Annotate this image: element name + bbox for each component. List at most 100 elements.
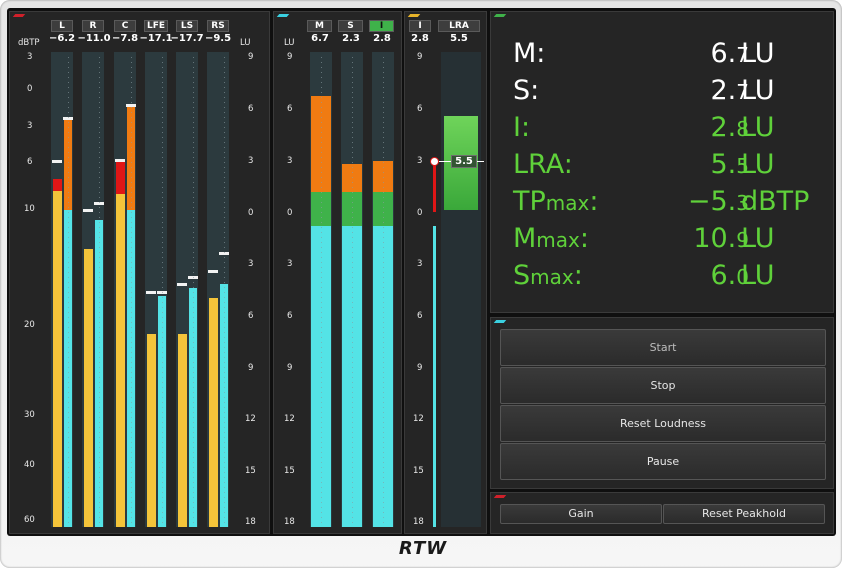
readout-unit-mmax: LU xyxy=(741,223,775,254)
panel-corner-marker xyxy=(12,14,26,17)
lra-integrated-value: 2.8 xyxy=(411,33,429,44)
readout-unit-m: LU xyxy=(741,38,775,69)
stop-button[interactable]: Stop xyxy=(500,367,826,404)
peak-bar-rs xyxy=(209,298,218,527)
peak-control-panel: Gain Reset Peakhold xyxy=(490,492,834,534)
peak-hold-l xyxy=(52,160,62,163)
readout-value-mmax: 10.9 xyxy=(693,223,749,254)
panel-corner-marker xyxy=(407,14,421,17)
rtw-logo: RTW xyxy=(398,538,448,559)
readout-label-i: I: xyxy=(513,112,531,143)
channel-value-r: −11.0 xyxy=(77,33,111,44)
channel-value-l: −6.2 xyxy=(48,33,76,44)
control-panel: Start Stop Reset Loudness Pause xyxy=(490,317,834,489)
dbtp-tick: 30 xyxy=(24,410,35,420)
readout-label-smax: Smax: xyxy=(513,260,583,291)
lu-tick: 3 xyxy=(248,259,254,269)
peak-hold-ls xyxy=(177,283,187,286)
lu-tick: 3 xyxy=(417,156,423,166)
peak-hold-r xyxy=(83,209,93,212)
readout-value-i: 2.8 xyxy=(710,112,750,143)
lu-tick: 0 xyxy=(287,208,293,218)
lu-tick: 6 xyxy=(287,311,293,321)
channel-label-s: S xyxy=(338,20,363,32)
readout-label-tpmax: TPmax: xyxy=(513,186,599,217)
lu-tick: 12 xyxy=(413,414,424,424)
scale-dots xyxy=(383,57,384,527)
peak-hold-rs xyxy=(208,270,218,273)
dbtp-tick: 40 xyxy=(24,460,35,470)
overload-segment-c xyxy=(116,162,125,194)
lu-tick: 9 xyxy=(417,363,423,373)
lu-tick: 6 xyxy=(417,311,423,321)
lu-tick: 18 xyxy=(413,517,424,527)
readout-value-s: 2.7 xyxy=(710,75,750,106)
readout-value-m: 6.7 xyxy=(710,38,750,69)
panel-corner-marker xyxy=(493,495,507,498)
pause-button[interactable]: Pause xyxy=(500,443,826,480)
lra-panel: I LRA 2.8 5.5 9 6 3 0 3 6 9 12 15 18 5.5 xyxy=(404,11,487,534)
lra-marker-value: 5.5 xyxy=(451,155,477,168)
dbtp-tick: 20 xyxy=(24,320,35,330)
start-button[interactable]: Start xyxy=(500,329,826,366)
scale-dots xyxy=(321,57,322,527)
panel-corner-marker xyxy=(493,320,507,323)
channel-label-m: M xyxy=(307,20,332,32)
dbtp-tick: 0 xyxy=(27,84,33,94)
peak-bar-l xyxy=(53,190,62,527)
channel-label-i: I xyxy=(369,20,394,32)
channel-label-lfe: LFE xyxy=(144,20,168,32)
integrated-indicator-red xyxy=(433,162,436,212)
loudness-meter-panel: LU M S I 6.7 2.3 2.8 9 6 3 0 3 6 9 12 15… xyxy=(273,11,402,534)
lra-value: 5.5 xyxy=(450,33,468,44)
lu-tick: 6 xyxy=(287,104,293,114)
peak-hold-c xyxy=(115,159,125,162)
lu-tick: 12 xyxy=(245,414,256,424)
scale-dots xyxy=(224,57,225,527)
peak-bar-ls xyxy=(178,334,187,527)
readout-label-mmax: Mmax: xyxy=(513,223,589,254)
lu-tick: 6 xyxy=(248,104,254,114)
scale-dots xyxy=(162,57,163,527)
readout-unit-lra: LU xyxy=(741,149,775,180)
dbtp-tick: 3 xyxy=(27,121,33,131)
channel-label-rs: RS xyxy=(207,20,229,32)
lra-label-i: I xyxy=(409,20,431,32)
lu-tick: 6 xyxy=(417,104,423,114)
dbtp-tick: 10 xyxy=(24,204,35,214)
readout-label-m: M: xyxy=(513,38,546,69)
peak-bar-c xyxy=(116,194,125,527)
lu-tick: 9 xyxy=(287,363,293,373)
lu-tick: 9 xyxy=(248,363,254,373)
channel-value-ls: −17.7 xyxy=(170,33,204,44)
channel-label-r: R xyxy=(82,20,104,32)
dbtp-tick: 60 xyxy=(24,515,35,525)
panel-corner-marker xyxy=(276,14,290,17)
integrated-indicator-cyan xyxy=(433,226,436,527)
lu-unit-label: LU xyxy=(240,38,251,48)
lu-tick: 6 xyxy=(248,311,254,321)
scale-dots xyxy=(352,57,353,527)
integrated-value: 2.8 xyxy=(373,33,391,44)
readout-label-s: S: xyxy=(513,75,540,106)
gain-button[interactable]: Gain xyxy=(500,504,662,524)
reset-peakhold-button[interactable]: Reset Peakhold xyxy=(663,504,825,524)
reset-loudness-button[interactable]: Reset Loudness xyxy=(500,405,826,442)
peak-bar-r xyxy=(84,249,93,527)
channel-meter-panel: dBTP LU L R C LFE LS RS −6.2 −11.0 −7.8 … xyxy=(9,11,270,534)
lu-tick: 9 xyxy=(248,52,254,62)
dbtp-tick: 3 xyxy=(27,52,33,62)
peak-hold-lfe xyxy=(146,291,156,294)
lu-tick: 0 xyxy=(417,208,423,218)
lu-tick: 18 xyxy=(284,517,295,527)
app-surface: dBTP LU L R C LFE LS RS −6.2 −11.0 −7.8 … xyxy=(7,8,836,536)
scale-dots xyxy=(193,57,194,527)
scale-dots xyxy=(68,57,69,527)
lu-tick: 3 xyxy=(287,156,293,166)
window-frame: dBTP LU L R C LFE LS RS −6.2 −11.0 −7.8 … xyxy=(0,0,842,568)
readout-unit-i: LU xyxy=(741,112,775,143)
channel-label-ls: LS xyxy=(176,20,198,32)
readout-value-lra: 5.5 xyxy=(710,149,750,180)
lu-tick: 18 xyxy=(245,517,256,527)
lu-tick: 12 xyxy=(284,414,295,424)
